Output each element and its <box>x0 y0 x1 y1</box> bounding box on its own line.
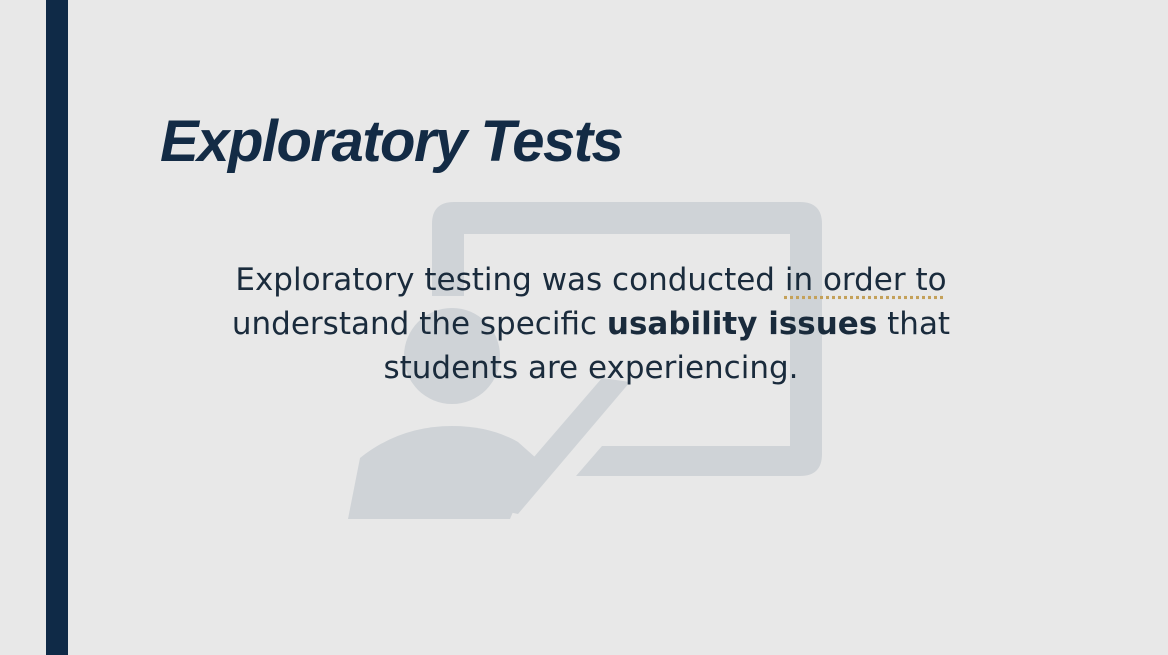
spellcheck-underlined-phrase: in order to <box>784 262 947 298</box>
slide-title: Exploratory Tests <box>160 109 624 174</box>
body-text-part: Exploratory testing was conducted <box>235 262 785 298</box>
body-text-part: understand the specific <box>231 306 607 342</box>
bold-phrase: usability issues <box>606 306 878 342</box>
slide-body-text: Exploratory testing was conducted in ord… <box>192 258 990 390</box>
slide: Exploratory Tests Exploratory testing wa… <box>0 0 1168 655</box>
accent-bar <box>46 0 68 655</box>
